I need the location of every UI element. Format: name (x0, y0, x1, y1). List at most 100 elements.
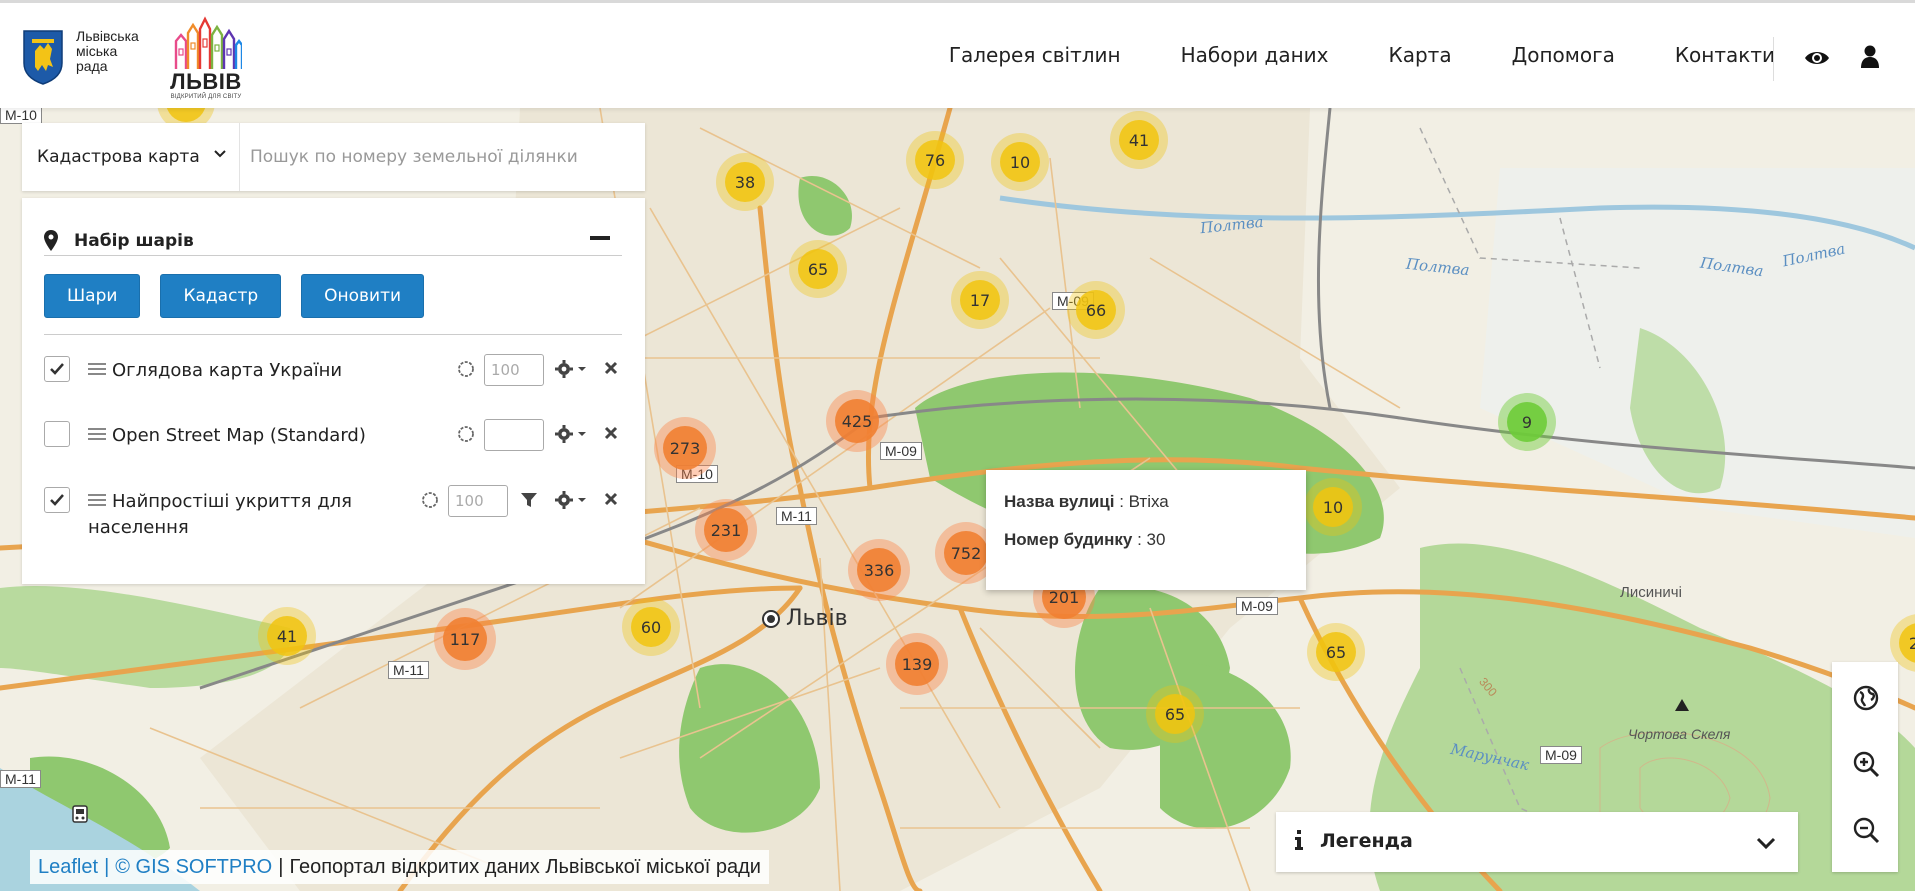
cluster-marker[interactable]: 336 (848, 539, 910, 601)
info-icon (1295, 830, 1303, 850)
cluster-marker[interactable]: 65 (1146, 685, 1204, 743)
portal-name: Геопортал відкритих даних Львівської міс… (289, 855, 761, 878)
road-label: M-09 (1540, 746, 1582, 764)
user-icon[interactable] (1860, 45, 1880, 69)
gear-icon[interactable] (554, 358, 588, 380)
city-council-logo[interactable]: Львівська міська рада (22, 29, 139, 85)
checkmark-icon (50, 363, 64, 375)
cluster-count: 117 (443, 617, 487, 661)
cluster-marker[interactable]: 10 (991, 133, 1049, 191)
cluster-marker[interactable]: 60 (622, 598, 680, 656)
cluster-count: 65 (1155, 694, 1195, 734)
drag-handle-icon[interactable] (88, 427, 106, 441)
cadastral-search-input[interactable] (240, 123, 645, 191)
opacity-input[interactable] (448, 485, 508, 517)
cluster-marker[interactable]: 139 (886, 633, 948, 695)
popup-house: Номер будинку : 30 (1004, 530, 1166, 549)
cluster-count: 65 (1316, 632, 1356, 672)
chevron-down-icon (214, 150, 226, 158)
cluster-marker[interactable]: 66 (1067, 281, 1125, 339)
city-council-line-2: міська (76, 43, 118, 59)
nav-gallery[interactable]: Галерея світлин (949, 43, 1121, 67)
cluster-marker[interactable]: 9 (1498, 393, 1556, 451)
layer-name: Найпростіші укриття для населення (88, 491, 352, 538)
road-label: M-09 (1236, 597, 1278, 615)
cadastre-button[interactable]: Кадастр (160, 274, 282, 318)
city-council-line-3: рада (76, 58, 108, 74)
zoom-out-icon[interactable] (1852, 816, 1880, 844)
house-label: Номер будинку (1004, 530, 1133, 549)
road-label: M-09 (880, 442, 922, 460)
cluster-marker[interactable]: 41 (258, 607, 316, 665)
chevron-down-icon (1756, 837, 1776, 850)
globe-icon[interactable] (1852, 684, 1880, 712)
nav-help[interactable]: Допомога (1512, 43, 1615, 67)
cluster-marker[interactable]: 65 (1307, 623, 1365, 681)
nav-divider (1773, 37, 1774, 81)
opacity-icon (458, 426, 474, 442)
cluster-marker[interactable]: 41 (1110, 111, 1168, 169)
layers-button[interactable]: Шари (44, 274, 141, 318)
cluster-count: 9 (1507, 402, 1547, 442)
eye-icon[interactable] (1804, 47, 1830, 69)
map-pin-icon (44, 229, 58, 251)
city-label: Львів (762, 606, 848, 631)
map-controls (1832, 662, 1898, 872)
cluster-marker[interactable]: 117 (434, 608, 496, 670)
gis-softpro-link[interactable]: © GIS SOFTPRO (115, 856, 272, 879)
cluster-marker[interactable]: 231 (695, 499, 757, 561)
cluster-marker[interactable]: 76 (906, 131, 964, 189)
legend-title: Легенда (1320, 830, 1413, 852)
layer-visibility-checkbox[interactable] (44, 356, 70, 382)
gear-icon[interactable] (554, 423, 588, 445)
cluster-count: 66 (1076, 290, 1116, 330)
cluster-count: 65 (798, 249, 838, 289)
cluster-marker[interactable]: 17 (951, 271, 1009, 329)
remove-layer-icon[interactable] (604, 492, 618, 506)
transit-stop-icon (72, 805, 88, 823)
cluster-marker[interactable]: 65 (789, 240, 847, 298)
city-center-icon (762, 609, 780, 628)
cluster-marker[interactable]: 425 (826, 390, 888, 452)
leaflet-link[interactable]: Leaflet (38, 856, 98, 879)
layer-visibility-checkbox[interactable] (44, 487, 70, 513)
road-label: M-11 (776, 507, 817, 525)
lviv-brand-tagline: ВІДКРИТИЙ ДЛЯ СВІТУ (170, 94, 242, 100)
place-label: Чортова Скеля (1628, 726, 1731, 742)
map-type-select[interactable]: Кадастрова карта (22, 123, 240, 191)
road-label: M-11 (0, 770, 41, 788)
layers-panel-header: Набір шарів (44, 226, 622, 256)
legend-panel[interactable]: Легенда (1276, 812, 1798, 872)
gear-icon[interactable] (554, 489, 588, 511)
opacity-input[interactable] (484, 354, 544, 386)
remove-layer-icon[interactable] (604, 426, 618, 440)
city-council-name: Львівська міська рада (76, 29, 139, 74)
zoom-in-icon[interactable] (1852, 750, 1880, 778)
cluster-count: 336 (857, 548, 901, 592)
nav-map[interactable]: Карта (1389, 43, 1452, 67)
popup-street: Назва вулиці : Втіха (1004, 492, 1169, 511)
cluster-count: 10 (1313, 487, 1353, 527)
collapse-panel-button[interactable] (590, 236, 610, 240)
layer-visibility-checkbox[interactable] (44, 421, 70, 447)
attribution-separator: | (278, 855, 284, 878)
cluster-marker[interactable]: 38 (716, 153, 774, 211)
cluster-count: 29 (166, 108, 206, 122)
cluster-marker[interactable]: 10 (1304, 478, 1362, 536)
nav-datasets[interactable]: Набори даних (1181, 43, 1329, 67)
street-value: Втіха (1128, 492, 1169, 511)
layer-name: Оглядова карта України (112, 360, 343, 381)
drag-handle-icon[interactable] (88, 362, 106, 376)
filter-icon[interactable] (520, 492, 538, 508)
road-label: M-10 (0, 108, 42, 124)
city-name: Львів (786, 606, 848, 631)
cluster-count: 41 (1119, 120, 1159, 160)
nav-contacts[interactable]: Контакти (1675, 43, 1775, 67)
street-label: Назва вулиці (1004, 492, 1115, 511)
road-label: M-11 (388, 661, 429, 679)
opacity-input[interactable] (484, 419, 544, 451)
cluster-marker[interactable]: 273 (654, 417, 716, 479)
cluster-count: 17 (960, 280, 1000, 320)
refresh-button[interactable]: Оновити (301, 274, 425, 318)
remove-layer-icon[interactable] (604, 361, 618, 375)
